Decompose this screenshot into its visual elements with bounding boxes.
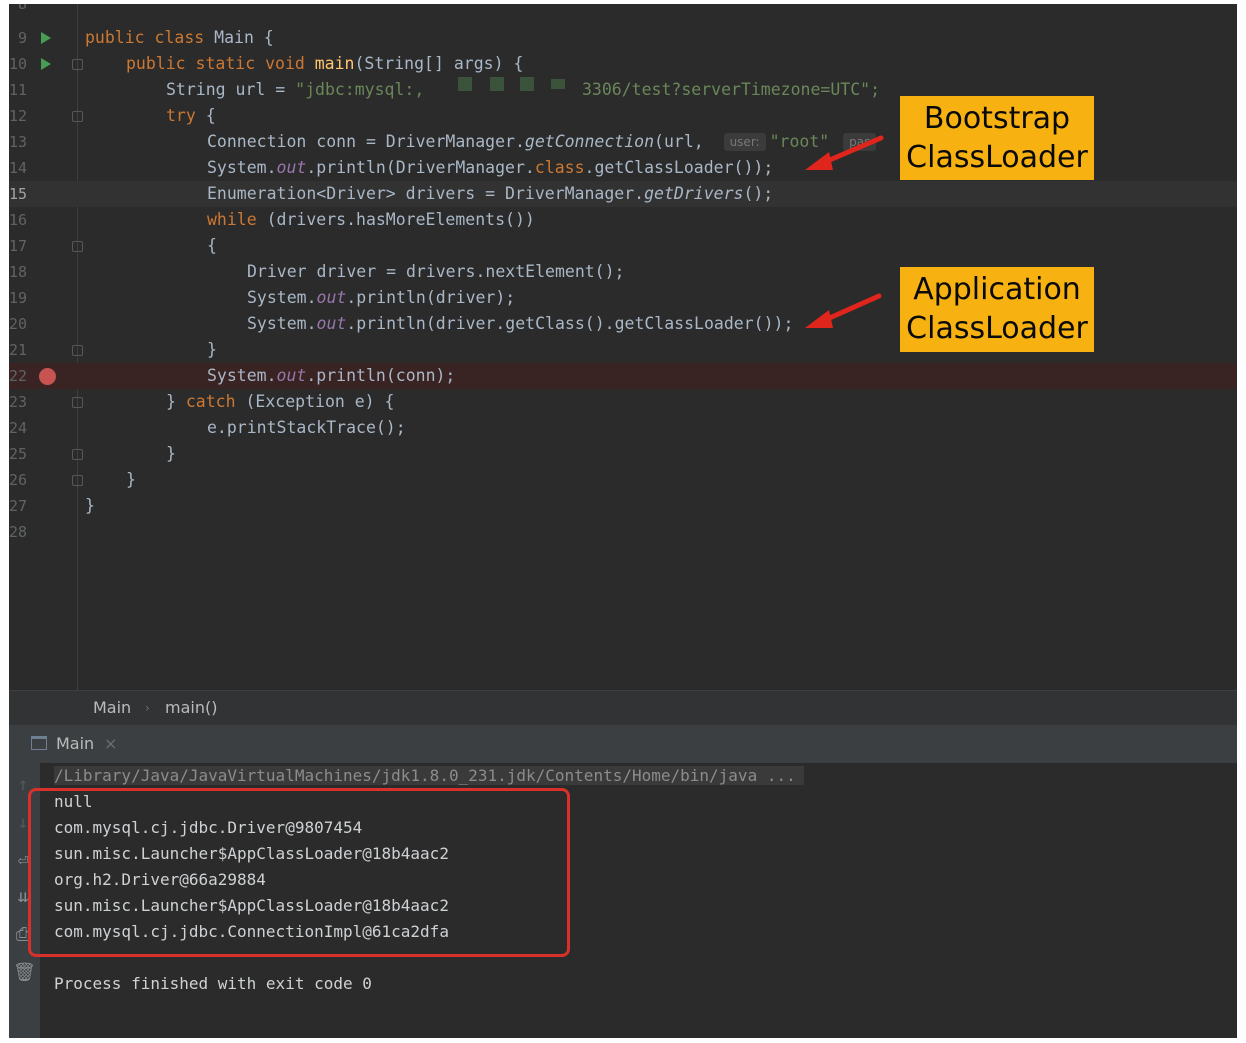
code-line-25: 25 } bbox=[9, 441, 1237, 467]
code-text: String url = "jdbc:mysql:, bbox=[166, 80, 425, 99]
code-line-15: 15 Enumeration<Driver> drivers = DriverM… bbox=[9, 181, 1237, 207]
code-line-8: 8 bbox=[9, 4, 1237, 17]
run-tab-bar: Main × bbox=[9, 725, 1237, 763]
fold-icon[interactable] bbox=[72, 111, 83, 122]
code-text: 3306/test?serverTimezone=UTC"; bbox=[582, 80, 881, 99]
line-number: 22 bbox=[9, 367, 28, 385]
line-number: 16 bbox=[9, 211, 28, 229]
breadcrumb: Main › main() bbox=[9, 690, 1237, 726]
code-text: System.out.println(driver.getClass().get… bbox=[247, 314, 794, 333]
code-line-24: 24 e.printStackTrace(); bbox=[9, 415, 1237, 441]
bootstrap-classloader-callout: Bootstrap ClassLoader bbox=[900, 96, 1094, 180]
line-number: 26 bbox=[9, 471, 28, 489]
application-classloader-callout: Application ClassLoader bbox=[900, 267, 1094, 352]
fold-icon[interactable] bbox=[72, 449, 83, 460]
run-icon[interactable] bbox=[41, 32, 51, 44]
parameter-hint: user: bbox=[723, 133, 766, 151]
code-text: System.out.println(DriverManager.class.g… bbox=[207, 158, 774, 177]
fold-icon[interactable] bbox=[72, 241, 83, 252]
fold-icon[interactable] bbox=[72, 397, 83, 408]
line-number: 15 bbox=[9, 185, 28, 203]
code-text: System.out.println(driver); bbox=[247, 288, 516, 307]
line-number: 18 bbox=[9, 263, 28, 281]
code-line-22: 22 System.out.println(conn); bbox=[9, 363, 1237, 389]
code-line-23: 23 } catch (Exception e) { bbox=[9, 389, 1237, 415]
run-icon[interactable] bbox=[41, 58, 51, 70]
callout-line: Application bbox=[913, 272, 1081, 307]
output-highlight-box bbox=[28, 788, 570, 957]
breadcrumb-class[interactable]: Main bbox=[93, 691, 131, 725]
code-text: } bbox=[166, 444, 176, 463]
code-line-28: 28 bbox=[9, 519, 1237, 545]
code-line-10: 10 public static void main(String[] args… bbox=[9, 51, 1237, 77]
line-number: 27 bbox=[9, 497, 28, 515]
code-text: { bbox=[207, 236, 217, 255]
callout-line: Bootstrap bbox=[923, 101, 1071, 136]
line-number: 10 bbox=[9, 55, 28, 73]
code-line-27: 27 } bbox=[9, 493, 1237, 519]
line-number: 14 bbox=[9, 159, 28, 177]
code-text: public class Main { bbox=[85, 28, 274, 47]
code-line-26: 26 } bbox=[9, 467, 1237, 493]
line-number: 11 bbox=[9, 81, 28, 99]
code-line-16: 16 while (drivers.hasMoreElements()) bbox=[9, 207, 1237, 233]
line-number: 20 bbox=[9, 315, 28, 333]
line-number: 12 bbox=[9, 107, 28, 125]
console-icon bbox=[31, 736, 47, 750]
callout-line: ClassLoader bbox=[906, 311, 1088, 346]
line-number: 19 bbox=[9, 289, 28, 307]
code-text: } catch (Exception e) { bbox=[166, 392, 395, 411]
line-number: 9 bbox=[17, 29, 27, 47]
line-number: 8 bbox=[17, 4, 27, 13]
trash-icon[interactable]: 🗑 bbox=[13, 963, 36, 983]
code-text: while (drivers.hasMoreElements()) bbox=[207, 210, 535, 229]
line-number: 23 bbox=[9, 393, 28, 411]
code-text: } bbox=[85, 496, 95, 515]
redaction-block bbox=[490, 77, 504, 91]
line-number: 28 bbox=[9, 523, 28, 541]
code-text: e.printStackTrace(); bbox=[207, 418, 406, 437]
breakpoint-icon[interactable] bbox=[39, 368, 56, 385]
bootstrap-arrow bbox=[805, 135, 884, 170]
run-tab-label[interactable]: Main bbox=[56, 725, 94, 763]
code-line-17: 17 { bbox=[9, 233, 1237, 259]
fold-icon[interactable] bbox=[72, 345, 83, 356]
code-text: try { bbox=[166, 106, 216, 125]
breadcrumb-separator: › bbox=[145, 701, 150, 715]
fold-icon[interactable] bbox=[72, 59, 83, 70]
close-icon[interactable]: × bbox=[104, 725, 117, 763]
code-text: Driver driver = drivers.nextElement(); bbox=[247, 262, 625, 281]
redaction-block bbox=[458, 77, 472, 91]
code-text: } bbox=[126, 470, 136, 489]
code-text: Connection conn = DriverManager.getConne… bbox=[207, 129, 880, 155]
line-number: 17 bbox=[9, 237, 28, 255]
code-text: public static void main(String[] args) { bbox=[126, 54, 524, 73]
line-number: 25 bbox=[9, 445, 28, 463]
redaction-block bbox=[551, 79, 565, 89]
code-text: System.out.println(conn); bbox=[207, 366, 456, 385]
console-command: /Library/Java/JavaVirtualMachines/jdk1.8… bbox=[54, 763, 804, 789]
code-text: Enumeration<Driver> drivers = DriverMana… bbox=[207, 184, 774, 203]
breadcrumb-method[interactable]: main() bbox=[165, 691, 217, 725]
fold-icon[interactable] bbox=[72, 475, 83, 486]
callout-line: ClassLoader bbox=[906, 140, 1088, 175]
console-exit-message: Process finished with exit code 0 bbox=[54, 974, 372, 993]
line-number: 21 bbox=[9, 341, 28, 359]
code-editor[interactable]: 8 9 public class Main { 10 public static… bbox=[9, 4, 1237, 690]
redaction-block bbox=[520, 77, 534, 91]
application-arrow bbox=[805, 293, 882, 328]
line-number: 13 bbox=[9, 133, 28, 151]
code-text: } bbox=[207, 340, 217, 359]
line-number: 24 bbox=[9, 419, 28, 437]
code-line-9: 9 public class Main { bbox=[9, 25, 1237, 51]
